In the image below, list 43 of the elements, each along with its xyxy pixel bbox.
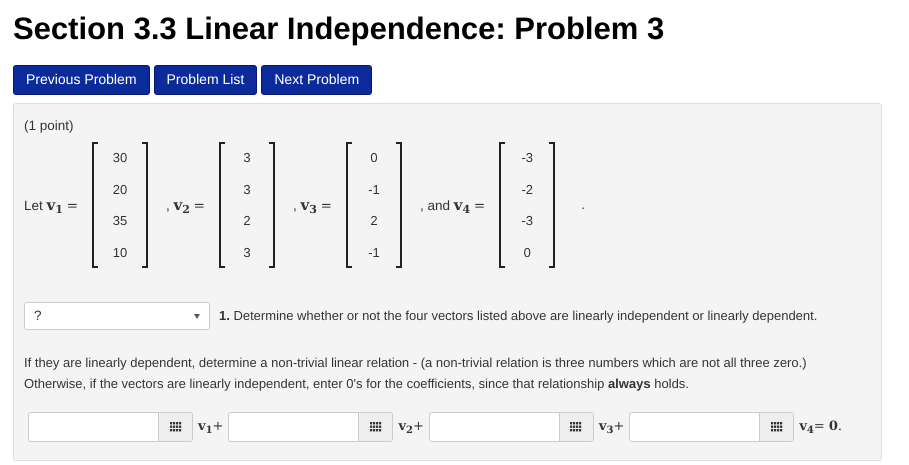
period: . [581,196,585,214]
instruction-text: Otherwise, if the vectors are linearly independent, enter 0's for the coefficients, since that relationship always holds. [24,375,690,393]
points-label: (1 point) [24,116,75,135]
coefficient-field[interactable] [629,412,794,442]
vector-entry: -1 [367,180,381,198]
vector-entry: -2 [520,180,534,198]
vector-label: , v$_{2}$ = [166,194,205,216]
vector-entry: 2 [369,212,379,230]
grid-icon [770,422,783,432]
vector-term: v$_{1}$+ [198,418,224,437]
vector-entry: 20 [112,180,128,198]
question-text: 1. Determine whether or not the four vectors listed above are linearly independent or linearly dependent. [219,307,818,326]
answer-select[interactable]: ? [24,302,210,330]
vector-term: v$_{3}$+ [598,418,624,437]
vector-entry: 3 [242,244,252,262]
vector-entry: 3 [242,180,252,198]
coefficient-field[interactable] [428,412,594,442]
page-title: Section 3.3 Linear Independence: Problem 3 [13,10,666,48]
coefficient-field[interactable] [228,412,394,442]
vector-entry: -1 [367,244,381,262]
caret-icon [194,314,200,318]
vector-entry: 30 [112,149,128,167]
vector-entry: 2 [242,212,252,230]
grid-icon [170,422,182,432]
nav-button[interactable]: Next Problem [261,64,372,95]
instruction-text: If they are linearly dependent, determine a non-trivial linear relation - (a non-trivial relation is three numbers which are not all three zero.) [24,354,808,372]
vector-label: , v$_{3}$ = [292,194,332,216]
vector-entry: 3 [242,149,252,167]
coefficient-field[interactable] [28,412,193,442]
grid-icon [370,422,382,432]
vector-entry: -3 [520,212,534,230]
nav-button[interactable]: Problem List [154,64,258,95]
vector-label: , and v$_{4}$ = [420,194,486,216]
vector-entry: 35 [112,212,128,230]
vector-entry: 0 [522,244,532,262]
nav-button[interactable]: Previous Problem [13,64,150,95]
vector-entry: 10 [112,244,128,262]
vector-label: Let v$_{1}$ = [24,194,78,216]
grid-icon [570,422,582,432]
vector-entry: 0 [369,149,379,167]
vector-term: v$_{4}$= 0. [799,418,842,437]
vector-term: v$_{2}$+ [398,418,424,437]
vector-entry: -3 [520,149,534,167]
